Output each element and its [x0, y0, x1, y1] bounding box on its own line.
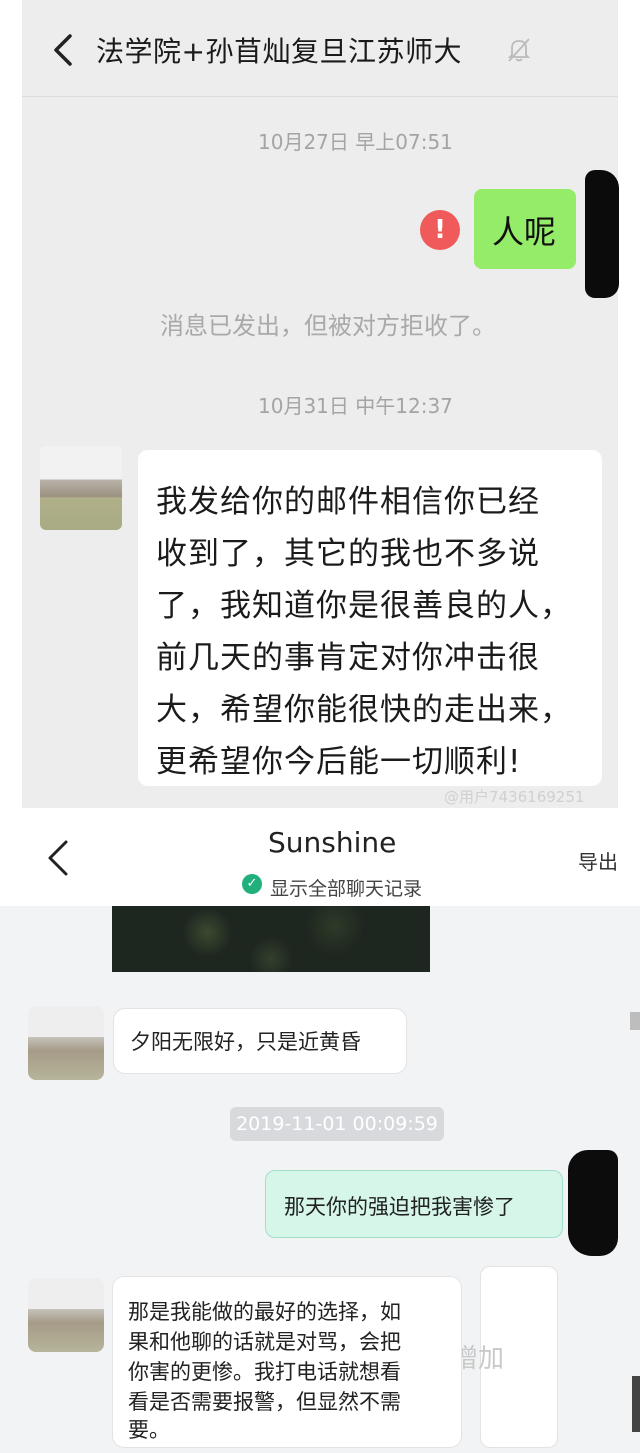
timestamp: 10月31日 中午12:37 [258, 394, 453, 418]
message-line: 看是否需要报警，但显然不需 [128, 1390, 401, 1414]
check-circle-icon: ✓ [242, 874, 262, 894]
system-notice: 消息已发出，但被对方拒收了。 [160, 312, 496, 340]
chat-title: 法学院+孙苜灿复旦江苏师大 [96, 35, 462, 68]
watermark: @用户7436169251 [444, 788, 585, 806]
message-line: 你害的更惨。我打电话就想看 [128, 1360, 401, 1384]
redacted-avatar [585, 170, 619, 298]
message-line: 更希望你今后能一切顺利! [156, 744, 522, 780]
sent-message-text: 人呢 [492, 213, 557, 251]
back-chevron-icon[interactable] [46, 26, 86, 74]
sent-message-bubble[interactable]: 人呢 [474, 189, 576, 269]
image-content [112, 906, 430, 972]
show-all-history-link[interactable]: 显示全部聊天记录 [270, 874, 422, 901]
message-line: 那是我能做的最好的选择，如 [128, 1300, 401, 1324]
edge-artifact [630, 1012, 640, 1030]
chat-title: Sunshine [268, 826, 397, 859]
message-line: 收到了，其它的我也不多说 [156, 536, 540, 572]
export-button[interactable]: 导出 [578, 846, 618, 875]
avatar[interactable] [28, 1278, 104, 1352]
avatar[interactable] [28, 1006, 104, 1080]
error-icon[interactable]: ! [420, 210, 460, 250]
message-text: 那天你的强迫把我害惨了 [284, 1195, 515, 1219]
message-line: 要。 [128, 1418, 170, 1442]
message-line: 我发给你的邮件相信你已经 [156, 484, 540, 520]
message-text: 夕阳无限好，只是近黄昏 [130, 1030, 361, 1054]
edge-artifact [632, 1376, 640, 1432]
message-line: 前几天的事肯定对你冲击很 [156, 640, 540, 676]
message-line: 大，希望你能很快的走出来， [156, 692, 572, 728]
message-line: 果和他聊的话就是对骂，会把 [128, 1330, 401, 1354]
timestamp-chip: 2019-11-01 00:09:59 [230, 1107, 444, 1141]
message-line: 了，我知道你是很善良的人， [156, 588, 572, 624]
mute-bell-icon [506, 36, 532, 64]
timestamp: 10月27日 早上07:51 [258, 130, 453, 154]
avatar[interactable] [40, 446, 122, 530]
back-chevron-icon[interactable] [44, 838, 72, 888]
redacted-avatar [568, 1150, 618, 1256]
